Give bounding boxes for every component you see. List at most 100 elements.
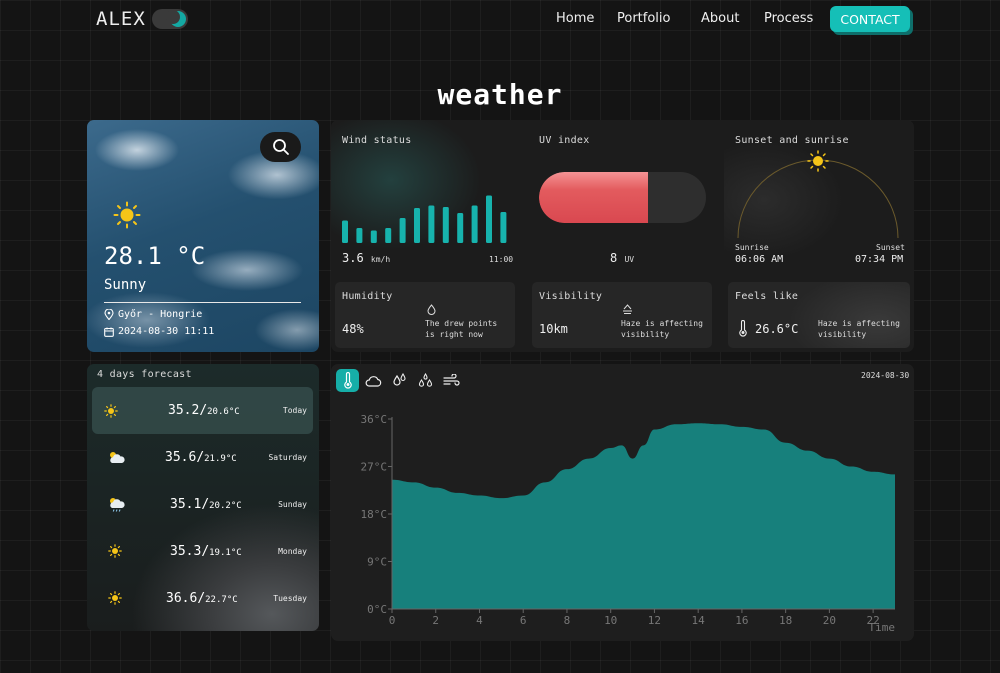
- sun-icon: [104, 404, 118, 418]
- wind-value-row: 3.6 km/h: [342, 251, 390, 265]
- x-tick-label: 20: [823, 614, 836, 627]
- wind-bar: [486, 195, 492, 243]
- location-pin-icon: [104, 309, 114, 320]
- forecast-day: Sunday: [278, 500, 307, 509]
- logo[interactable]: ALEX: [96, 8, 146, 30]
- wind-bar: [471, 205, 478, 243]
- sun-arc: [737, 150, 899, 239]
- uv-gauge: [539, 172, 706, 223]
- uv-label: UV index: [539, 135, 590, 146]
- forecast-temp: 36.6/22.7°C: [166, 591, 238, 606]
- haze-icon: [623, 304, 632, 314]
- temperature-area: [392, 423, 895, 609]
- forecast-temp: 35.3/19.1°C: [170, 544, 242, 559]
- forecast-high: 35.1: [170, 497, 202, 512]
- wind-bar-chart: [342, 195, 507, 243]
- x-tick-label: 14: [692, 614, 706, 627]
- forecast-high: 35.3: [170, 544, 202, 559]
- forecast-row-monday[interactable]: 35.3/19.1°C Monday: [92, 528, 313, 575]
- forecast-low: 21.9°C: [204, 454, 237, 464]
- nav-portfolio[interactable]: Portfolio: [617, 11, 670, 26]
- tab-humidity[interactable]: [414, 369, 437, 392]
- thermometer-icon: [739, 320, 747, 337]
- datetime-text: 2024-08-30 11:11: [118, 326, 215, 337]
- wind-bar: [385, 228, 392, 243]
- wind-label: Wind status: [342, 135, 412, 146]
- page-title: weather: [437, 78, 563, 111]
- y-tick-label: 18°C: [361, 508, 388, 521]
- forecast-temp: 35.1/20.2°C: [170, 497, 242, 512]
- wind-time: 11:00: [489, 255, 514, 264]
- sunset-label: Sunset: [876, 243, 905, 252]
- theme-toggle[interactable]: [152, 9, 188, 29]
- forecast-day: Today: [282, 406, 307, 415]
- temperature-area-chart: 0°C9°C18°C27°C36°C0 2 4 6 8 10 12 14 16 18 20 22Tim…: [361, 413, 896, 634]
- forecast-row-today[interactable]: 35.2/20.6°C Today: [92, 387, 313, 434]
- location-text: Győr - Hongrie: [118, 309, 203, 320]
- sun-icon: [113, 201, 141, 229]
- moon-icon: [166, 10, 186, 27]
- sun-label: Sunset and sunrise: [735, 135, 849, 146]
- forecast-temp: 35.2/20.6°C: [168, 403, 240, 418]
- droplets-icon: [392, 373, 406, 386]
- nav-home[interactable]: Home: [556, 11, 594, 26]
- x-tick-label: 10: [604, 614, 617, 627]
- search-button[interactable]: [260, 132, 301, 162]
- x-tick-label: 6: [520, 614, 527, 627]
- forecast-day: Tuesday: [273, 594, 307, 603]
- chart-date: 2024-08-30: [861, 371, 910, 380]
- uv-value: 8: [610, 251, 618, 265]
- humidity-label: Humidity: [342, 291, 393, 302]
- wind-value: 3.6: [342, 251, 364, 265]
- calendar-icon: [104, 327, 114, 337]
- feels-like-value: 26.6°C: [755, 322, 799, 336]
- visibility-value: 10km: [539, 322, 568, 336]
- tab-wind[interactable]: [440, 369, 463, 392]
- forecast-day: Saturday: [268, 453, 307, 462]
- wind-bar: [370, 230, 377, 243]
- y-tick-label: 36°C: [361, 413, 388, 426]
- wind-bar: [500, 212, 507, 243]
- tab-clouds[interactable]: [362, 369, 385, 392]
- x-tick-label: 12: [648, 614, 661, 627]
- x-tick-label: 18: [779, 614, 792, 627]
- current-condition: Sunny: [104, 277, 147, 293]
- forecast-low: 19.1°C: [209, 548, 242, 558]
- forecast-high: 35.2: [168, 403, 200, 418]
- partly-cloudy-icon: [110, 452, 125, 463]
- forecast-row-saturday[interactable]: 35.6/21.9°C Saturday: [92, 434, 313, 481]
- sunset-time: 07:34 PM: [855, 254, 904, 265]
- visibility-note: Haze is affecting visibility: [621, 319, 703, 339]
- sunrise-label: Sunrise: [735, 243, 769, 252]
- tab-temperature[interactable]: [336, 369, 359, 392]
- y-tick-label: 0°C: [367, 603, 387, 616]
- forecast-temp: 35.6/21.9°C: [165, 450, 237, 465]
- dew-point-icon: [427, 304, 436, 315]
- contact-button[interactable]: CONTACT: [830, 6, 910, 32]
- humidity-value: 48%: [342, 322, 364, 336]
- forecast-row-sunday[interactable]: 35.1/20.2°C Sunday: [92, 481, 313, 528]
- forecast-high: 36.6: [166, 591, 198, 606]
- nav-about[interactable]: About: [701, 11, 739, 26]
- forecast-low: 22.7°C: [205, 595, 238, 605]
- x-tick-label: 0: [389, 614, 396, 627]
- wind-bar: [428, 205, 435, 243]
- sun-icon: [108, 591, 122, 605]
- forecast-title: 4 days forecast: [97, 369, 192, 380]
- uv-gauge-fill: [539, 172, 648, 223]
- feels-like-note: Haze is affecting visibility: [818, 319, 900, 339]
- x-tick-label: 8: [564, 614, 571, 627]
- sun-position-icon: [807, 150, 829, 172]
- tab-precipitation[interactable]: [388, 369, 411, 392]
- nav-process[interactable]: Process: [764, 11, 813, 26]
- x-tick-label: 2: [432, 614, 439, 627]
- uv-unit: UV: [624, 255, 635, 264]
- y-tick-label: 27°C: [361, 461, 388, 474]
- forecast-row-tuesday[interactable]: 36.6/22.7°C Tuesday: [92, 575, 313, 622]
- x-axis-label: Time: [869, 621, 896, 634]
- search-icon: [272, 139, 289, 155]
- sun-icon: [108, 544, 122, 558]
- forecast-low: 20.2°C: [209, 501, 242, 511]
- humidity-note: The drew points is right now: [425, 319, 498, 339]
- y-tick-label: 9°C: [367, 556, 387, 569]
